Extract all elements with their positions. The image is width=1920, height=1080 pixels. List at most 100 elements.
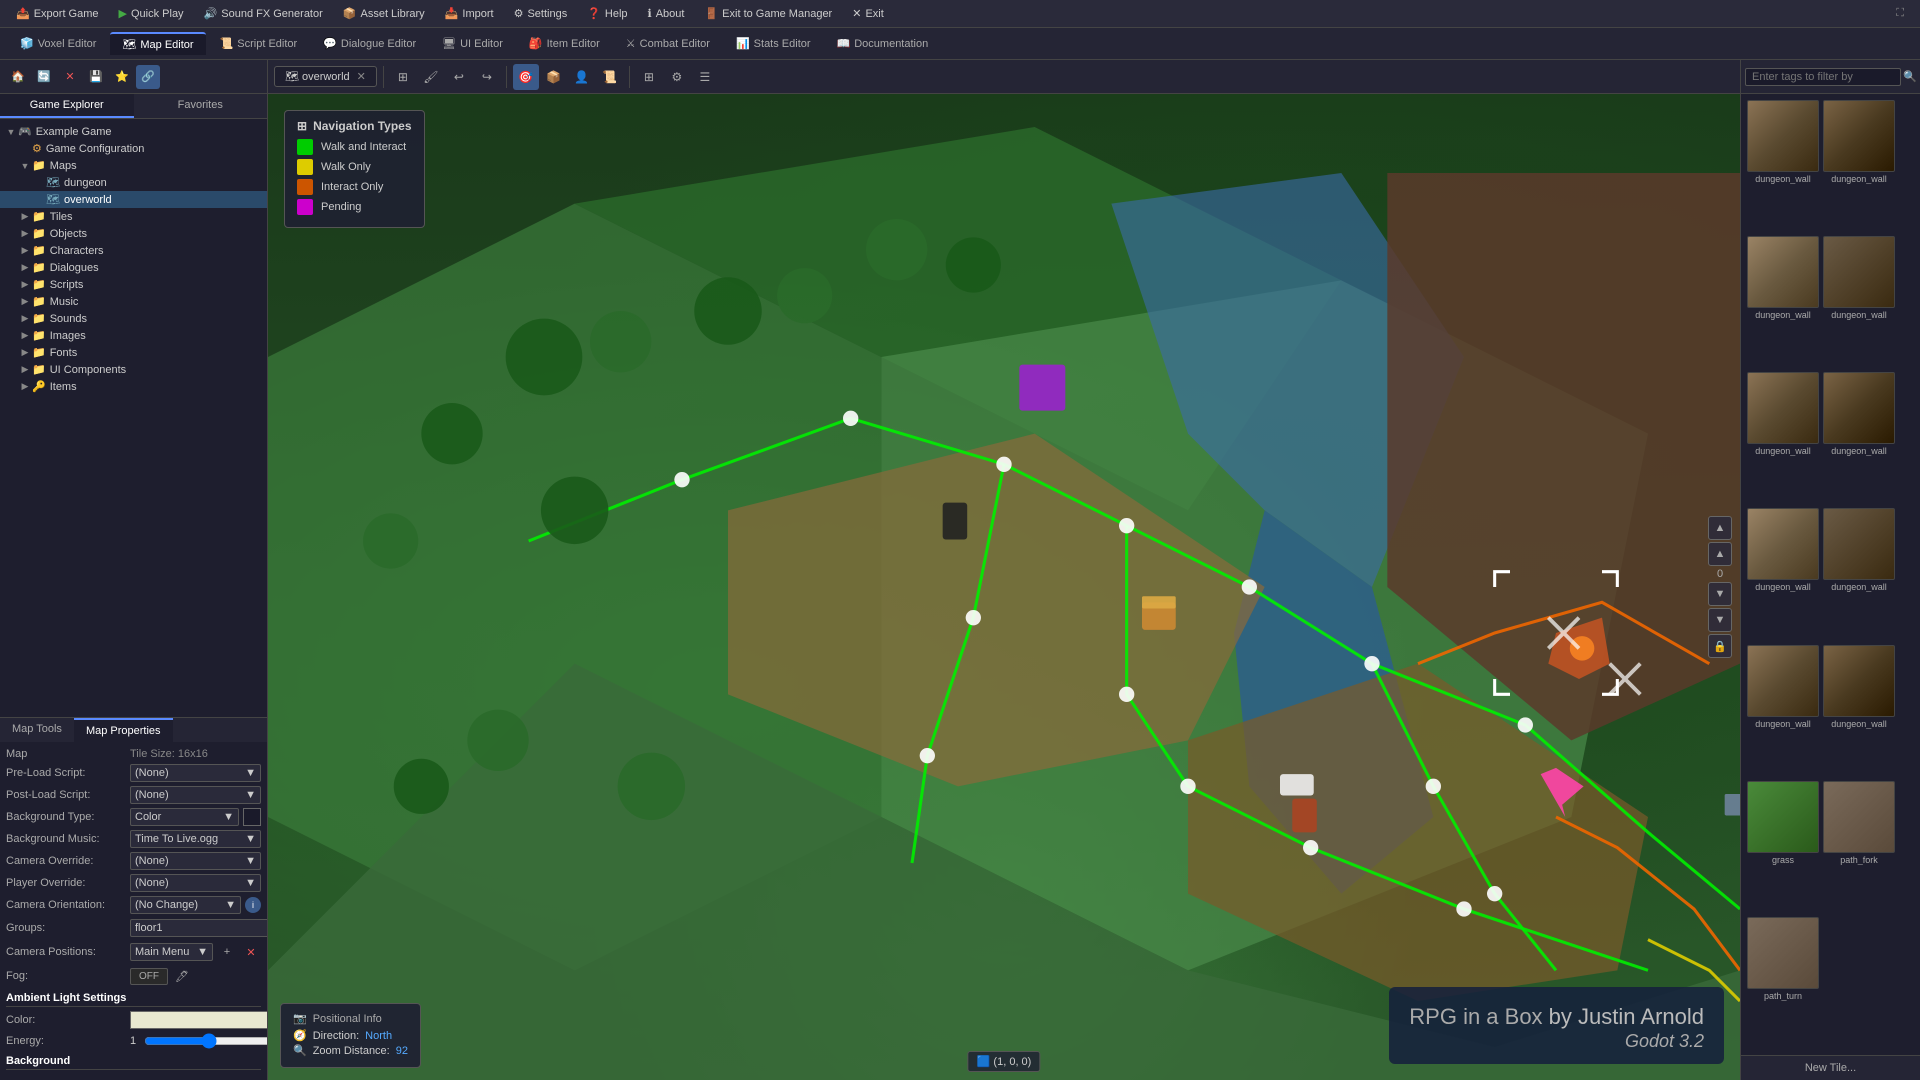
map-open-tab[interactable]: 🗺 overworld ✕ <box>274 66 377 87</box>
tile-item-5[interactable]: dungeon_wall <box>1747 372 1819 504</box>
groups-input[interactable] <box>130 919 267 937</box>
sidebar-save-btn[interactable]: 💾 <box>84 65 108 89</box>
tile-item-4[interactable]: dungeon_wall <box>1823 236 1895 368</box>
tool-nav-paint[interactable]: 🎯 <box>513 64 539 90</box>
menu-help[interactable]: ❓ Help <box>579 5 635 22</box>
tile-item-9[interactable]: dungeon_wall <box>1747 645 1819 777</box>
tab-map-editor[interactable]: 🗺 Map Editor <box>110 32 205 55</box>
map-tab-close[interactable]: ✕ <box>357 70 366 83</box>
tree-item-example-game[interactable]: ▼ 🎮 Example Game <box>0 123 267 140</box>
tab-combat-editor[interactable]: ⚔ Combat Editor <box>614 33 722 54</box>
nav-down-arrow[interactable]: ▼ <box>1708 582 1732 606</box>
energy-slider[interactable] <box>144 1033 267 1049</box>
cam-pos-add-btn[interactable]: + <box>217 942 237 962</box>
menu-exit[interactable]: ✕ Exit <box>844 5 892 22</box>
tree-item-objects[interactable]: ▶ 📁 Objects <box>0 225 267 242</box>
postload-select[interactable]: (None) ▼ <box>130 786 261 804</box>
tile-item-8[interactable]: dungeon_wall <box>1823 508 1895 640</box>
sidebar-refresh-btn[interactable]: 🔄 <box>32 65 56 89</box>
tool-paint[interactable]: 🖌 <box>418 64 444 90</box>
tree-item-dialogues[interactable]: ▶ 📁 Dialogues <box>0 259 267 276</box>
tool-select[interactable]: ⊞ <box>390 64 416 90</box>
tree-item-sounds[interactable]: ▶ 📁 Sounds <box>0 310 267 327</box>
fog-settings-btn[interactable]: 🖊 <box>172 966 192 986</box>
sidebar-link-btn[interactable]: 🔗 <box>136 65 160 89</box>
menu-exit-manager[interactable]: 🚪 Exit to Game Manager <box>696 5 840 22</box>
tile-item-6[interactable]: dungeon_wall <box>1823 372 1895 504</box>
cam-orient-select[interactable]: (No Change) ▼ <box>130 896 241 914</box>
tool-extra[interactable]: ☰ <box>692 64 718 90</box>
tree-item-maps-folder[interactable]: ▼ 📁 Maps <box>0 157 267 174</box>
tile-item-7[interactable]: dungeon_wall <box>1747 508 1819 640</box>
tab-item-editor[interactable]: 🎒 Item Editor <box>517 33 612 54</box>
tool-script[interactable]: 📜 <box>597 64 623 90</box>
menu-export-game[interactable]: 📤 Export Game <box>8 5 107 22</box>
tile-item-2[interactable]: dungeon_wall <box>1823 100 1895 232</box>
tab-voxel-editor[interactable]: 🧊 Voxel Editor <box>8 33 108 54</box>
tile-item-1[interactable]: dungeon_wall <box>1747 100 1819 232</box>
sidebar-star-btn[interactable]: ⭐ <box>110 65 134 89</box>
sidebar-home-btn[interactable]: 🏠 <box>6 65 30 89</box>
tree-item-items[interactable]: ▶ 🔑 Items <box>0 378 267 395</box>
tree-item-scripts[interactable]: ▶ 📁 Scripts <box>0 276 267 293</box>
tree-item-characters[interactable]: ▶ 📁 Characters <box>0 242 267 259</box>
cam-orient-info[interactable]: i <box>245 897 261 913</box>
tool-char[interactable]: 👤 <box>569 64 595 90</box>
ambient-color-picker[interactable] <box>130 1011 267 1029</box>
tile-item-13[interactable]: path_turn <box>1747 917 1819 1049</box>
tile-label-13: path_turn <box>1764 991 1802 1001</box>
nav-lock-btn[interactable]: 🔒 <box>1708 634 1732 658</box>
menu-import[interactable]: 📥 Import <box>437 5 502 22</box>
nav-up-arrow2[interactable]: ▲ <box>1708 542 1732 566</box>
tab-dialogue-editor[interactable]: 💬 Dialogue Editor <box>311 33 428 54</box>
tile-item-10[interactable]: dungeon_wall <box>1823 645 1895 777</box>
toolbar-sep-1 <box>383 66 384 88</box>
tree-item-images[interactable]: ▶ 📁 Images <box>0 327 267 344</box>
tab-ui-editor[interactable]: 🖥 UI Editor <box>430 33 515 54</box>
tile-item-11[interactable]: grass <box>1747 781 1819 913</box>
tree-item-overworld[interactable]: 🗺 overworld <box>0 191 267 208</box>
tab-script-editor[interactable]: 📜 Script Editor <box>208 33 310 54</box>
fog-toggle[interactable]: OFF <box>130 968 168 985</box>
tab-map-properties[interactable]: Map Properties <box>74 718 173 742</box>
sidebar-back-btn[interactable]: ✕ <box>58 65 82 89</box>
menu-asset-library[interactable]: 📦 Asset Library <box>335 5 433 22</box>
tool-redo[interactable]: ↪ <box>474 64 500 90</box>
tile-item-12[interactable]: path_fork <box>1823 781 1895 913</box>
tool-undo[interactable]: ↩ <box>446 64 472 90</box>
tool-grid[interactable]: ⊞ <box>636 64 662 90</box>
nav-up-arrow[interactable]: ▲ <box>1708 516 1732 540</box>
tab-map-tools[interactable]: Map Tools <box>0 718 74 742</box>
menu-settings[interactable]: ⚙ Settings <box>506 5 576 22</box>
tile-search-input[interactable] <box>1745 68 1901 86</box>
tab-documentation[interactable]: 📖 Documentation <box>825 33 941 54</box>
menu-sound-fx[interactable]: 🔊 Sound FX Generator <box>196 5 331 22</box>
tree-item-ui-components[interactable]: ▶ 📁 UI Components <box>0 361 267 378</box>
bg-color-picker[interactable] <box>243 808 261 826</box>
cam-pos-select[interactable]: Main Menu ▼ <box>130 943 213 961</box>
menu-about[interactable]: ℹ About <box>640 5 693 22</box>
tree-item-game-config[interactable]: ⚙ Game Configuration <box>0 140 267 157</box>
nav-down-arrow2[interactable]: ▼ <box>1708 608 1732 632</box>
player-override-select[interactable]: (None) ▼ <box>130 874 261 892</box>
tab-stats-editor[interactable]: 📊 Stats Editor <box>724 33 823 54</box>
cam-pos-delete-btn[interactable]: ✕ <box>241 942 261 962</box>
tree-item-music[interactable]: ▶ 📁 Music <box>0 293 267 310</box>
new-tile-button[interactable]: New Tile... <box>1741 1055 1920 1080</box>
cam-override-select[interactable]: (None) ▼ <box>130 852 261 870</box>
tile-thumb-11 <box>1747 781 1819 853</box>
tile-search-btn[interactable]: 🔍 <box>1903 67 1917 87</box>
scripts-folder-icon: 📁 <box>32 278 46 291</box>
bg-music-select[interactable]: Time To Live.ogg ▼ <box>130 830 261 848</box>
tool-settings2[interactable]: ⚙ <box>664 64 690 90</box>
tile-item-3[interactable]: dungeon_wall <box>1747 236 1819 368</box>
tree-item-fonts[interactable]: ▶ 📁 Fonts <box>0 344 267 361</box>
menu-quick-play[interactable]: ▶ Quick Play <box>111 5 192 22</box>
tree-item-dungeon[interactable]: 🗺 dungeon <box>0 174 267 191</box>
bg-type-select[interactable]: Color ▼ <box>130 808 239 826</box>
preload-select[interactable]: (None) ▼ <box>130 764 261 782</box>
tab-game-explorer[interactable]: Game Explorer <box>0 94 134 118</box>
tree-item-tiles[interactable]: ▶ 📁 Tiles <box>0 208 267 225</box>
tool-object[interactable]: 📦 <box>541 64 567 90</box>
tab-favorites[interactable]: Favorites <box>134 94 268 118</box>
